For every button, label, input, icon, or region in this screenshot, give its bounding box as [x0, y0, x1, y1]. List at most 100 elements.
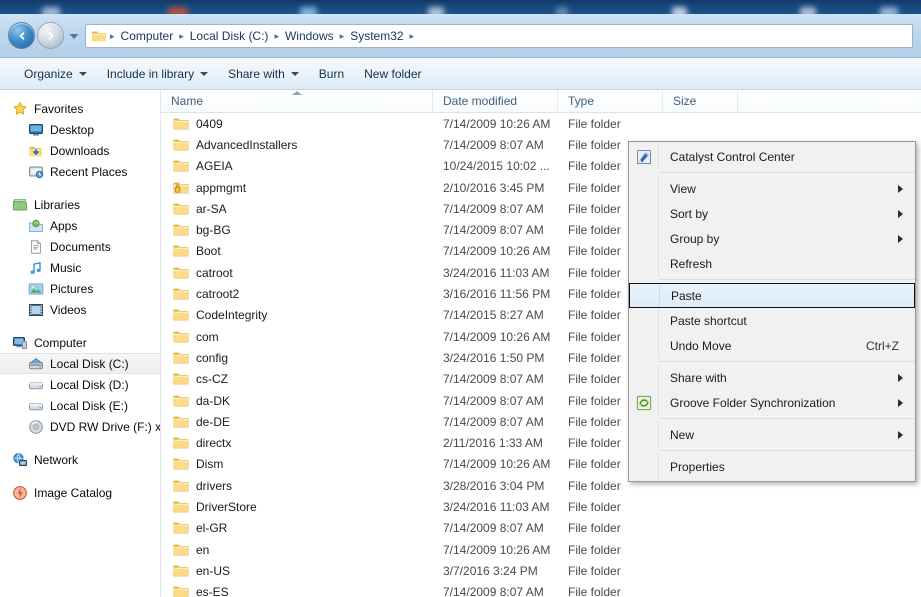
breadcrumb-windows[interactable]: Windows [280, 27, 339, 45]
sidebar-item-network[interactable]: Network [0, 449, 160, 470]
back-button[interactable] [8, 22, 35, 49]
taskbar-icon-blur [880, 7, 898, 14]
file-name-cell: 0409 [161, 117, 433, 131]
sidebar-item-music[interactable]: Music [0, 257, 160, 278]
menu-separator [659, 279, 915, 280]
sidebar-item-documents[interactable]: Documents [0, 236, 160, 257]
file-name-cell: drivers [161, 479, 433, 493]
file-name-label: Dism [196, 457, 224, 472]
sidebar-item-label: Videos [50, 302, 87, 317]
file-date-cell: 7/14/2009 8:07 AM [443, 223, 544, 238]
documents-icon [28, 239, 44, 255]
menu-item-share-with[interactable]: Share with [629, 365, 915, 390]
file-name-label: appmgmt [196, 180, 247, 195]
file-name-cell: da-DK [161, 394, 433, 408]
menu-item-label: Properties [670, 459, 725, 474]
sidebar-item-libraries[interactable]: Libraries [0, 194, 160, 215]
sidebar-item-local-disk-e[interactable]: Local Disk (E:) [0, 395, 160, 416]
file-name-label: ar-SA [196, 201, 227, 216]
file-name-label: en [196, 542, 210, 557]
file-name-cell: Boot [161, 244, 433, 258]
toolbar-new-folder[interactable]: New folder [354, 62, 431, 86]
sidebar-item-local-disk-c[interactable]: Local Disk (C:) [0, 353, 160, 374]
column-header-date-modified[interactable]: Date modified [433, 90, 558, 112]
folder-icon [173, 330, 189, 344]
sidebar-item-videos[interactable]: Videos [0, 299, 160, 320]
file-type-cell: File folder [568, 585, 621, 597]
toolbar-organize[interactable]: Organize [14, 62, 97, 86]
sidebar-item-recent-places[interactable]: Recent Places [0, 161, 160, 182]
column-header-name[interactable]: Name [161, 90, 433, 112]
file-name-cell: Dism [161, 457, 433, 471]
file-name-cell: ar-SA [161, 202, 433, 216]
locked-folder-icon [173, 181, 189, 195]
file-name-label: catroot [196, 265, 233, 280]
folder-icon [173, 372, 189, 386]
sidebar-item-desktop[interactable]: Desktop [0, 119, 160, 140]
sidebar-item-apps[interactable]: Apps [0, 215, 160, 236]
menu-item-properties[interactable]: Properties [629, 454, 915, 479]
file-name-label: da-DK [196, 393, 231, 408]
menu-item-catalyst-control-center[interactable]: Catalyst Control Center [629, 144, 915, 169]
table-row[interactable]: en 7/14/2009 10:26 AM File folder [161, 539, 921, 560]
file-name-cell: com [161, 330, 433, 344]
file-name-cell: DriverStore [161, 500, 433, 514]
toolbar-include-in-library[interactable]: Include in library [97, 62, 218, 86]
folder-icon [173, 585, 189, 597]
menu-item-group-by[interactable]: Group by [629, 226, 915, 251]
menu-item-groove-folder-synchronization[interactable]: Groove Folder Synchronization [629, 390, 915, 415]
menu-item-icon-gutter [629, 365, 659, 390]
sidebar-item-local-disk-d[interactable]: Local Disk (D:) [0, 374, 160, 395]
file-type-cell: File folder [568, 542, 621, 557]
menu-item-sort-by[interactable]: Sort by [629, 201, 915, 226]
sidebar-item-image-catalog[interactable]: Image Catalog [0, 482, 160, 503]
menu-item-label: Undo Move [670, 338, 732, 353]
groove-sync-icon [636, 395, 652, 411]
navigation-pane: Favorites Desktop Downloads Recent Places Li… [0, 90, 161, 597]
table-row[interactable]: es-ES 7/14/2009 8:07 AM File folder [161, 582, 921, 597]
toolbar-item-label: Burn [318, 66, 345, 81]
file-name-cell: AdvancedInstallers [161, 138, 433, 152]
address-bar[interactable]: ▸ Computer ▸ Local Disk (C:) ▸ Windows ▸… [85, 23, 913, 48]
sidebar-item-computer[interactable]: Computer [0, 332, 160, 353]
table-row[interactable]: DriverStore 3/24/2016 11:03 AM File folder [161, 496, 921, 517]
pictures-icon [28, 281, 44, 297]
table-row[interactable]: en-US 3/7/2016 3:24 PM File folder [161, 560, 921, 581]
table-row[interactable]: el-GR 7/14/2009 8:07 AM File folder [161, 518, 921, 539]
breadcrumb-computer[interactable]: Computer [116, 27, 179, 45]
menu-item-paste[interactable]: Paste [629, 283, 915, 308]
file-name-label: el-GR [196, 521, 228, 536]
menu-item-refresh[interactable]: Refresh [629, 251, 915, 276]
table-row[interactable]: 0409 7/14/2009 10:26 AM File folder [161, 113, 921, 134]
menu-item-label: New [670, 427, 695, 442]
file-date-cell: 3/7/2016 3:24 PM [443, 563, 538, 578]
sidebar-item-favorites[interactable]: Favorites [0, 98, 160, 119]
toolbar-burn[interactable]: Burn [309, 62, 354, 86]
menu-item-view[interactable]: View [629, 176, 915, 201]
sidebar-item-label: Favorites [34, 101, 84, 116]
menu-item-icon-gutter [629, 201, 659, 226]
file-name-label: AGEIA [196, 159, 233, 174]
breadcrumb-separator: ▸ [409, 30, 415, 41]
toolbar-share-with[interactable]: Share with [218, 62, 309, 86]
drive-icon [28, 398, 44, 414]
menu-item-undo-move[interactable]: Undo Move Ctrl+Z [629, 333, 915, 358]
menu-item-paste-shortcut[interactable]: Paste shortcut [629, 308, 915, 333]
column-header-type[interactable]: Type [558, 90, 663, 112]
window-titlebar: ▸ Computer ▸ Local Disk (C:) ▸ Windows ▸… [0, 14, 921, 58]
back-arrow-icon [15, 29, 29, 43]
sidebar-item-pictures[interactable]: Pictures [0, 278, 160, 299]
sidebar-item-dvd-rw-drive-f-xx[interactable]: DVD RW Drive (F:) xx [0, 416, 160, 437]
file-date-cell: 3/16/2016 11:56 PM [443, 287, 551, 302]
explorer-window: ▸ Computer ▸ Local Disk (C:) ▸ Windows ▸… [0, 14, 921, 597]
column-header-size-label: Size [673, 94, 697, 108]
menu-item-new[interactable]: New [629, 422, 915, 447]
explorer-window-screenshot: ▸ Computer ▸ Local Disk (C:) ▸ Windows ▸… [0, 0, 921, 597]
context-menu-items: Catalyst Control Center View Sort by Group … [629, 144, 915, 479]
sidebar-item-downloads[interactable]: Downloads [0, 140, 160, 161]
column-header-size[interactable]: Size [663, 90, 738, 112]
breadcrumb-system32[interactable]: System32 [345, 27, 408, 45]
forward-button[interactable] [37, 22, 64, 49]
breadcrumb-local-disk-c[interactable]: Local Disk (C:) [185, 27, 274, 45]
recent-pages-button[interactable] [67, 22, 81, 49]
